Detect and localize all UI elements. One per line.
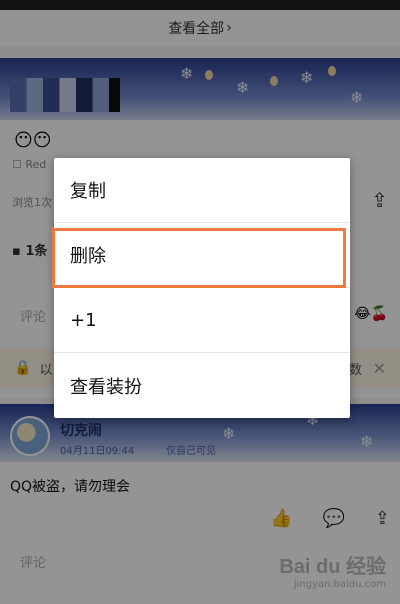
context-menu: 复制 删除 +1 查看装扮 (52, 158, 350, 418)
menu-item-label: 删除 (70, 246, 106, 267)
menu-item-delete[interactable]: 删除 (54, 223, 350, 288)
menu-item-label: +1 (70, 309, 97, 331)
menu-item-view-outfit[interactable]: 查看装扮 (54, 353, 350, 418)
menu-item-label: 查看装扮 (70, 376, 142, 398)
menu-item-copy[interactable]: 复制 (54, 158, 350, 223)
menu-item-label: 复制 (70, 181, 106, 202)
menu-item-plus-one[interactable]: +1 (54, 288, 350, 353)
